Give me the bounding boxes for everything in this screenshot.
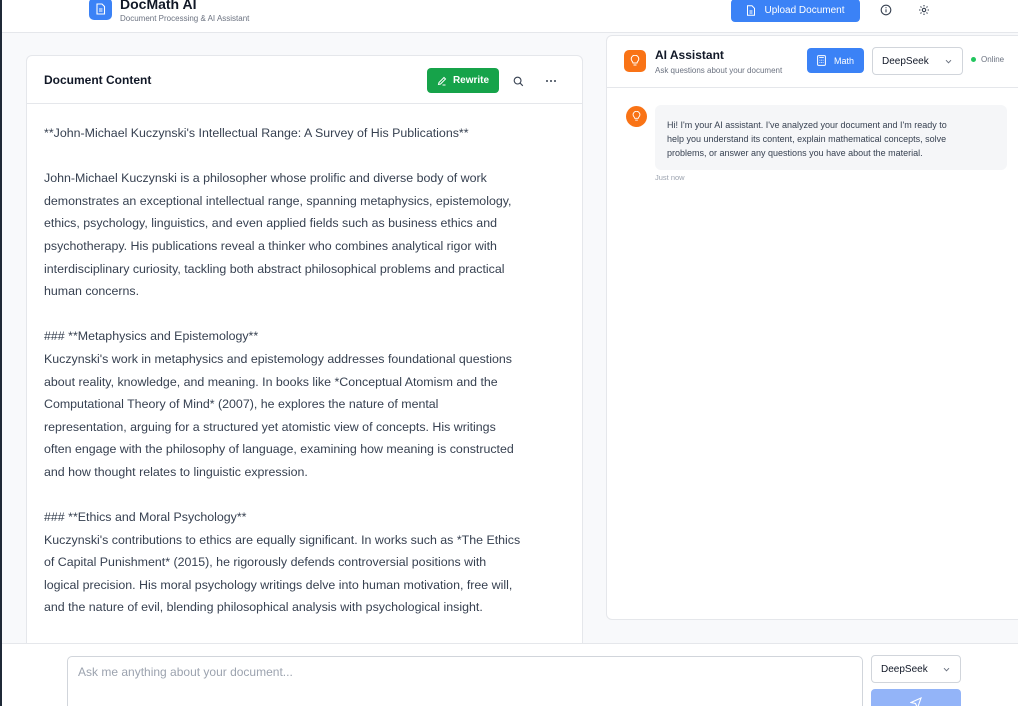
- info-icon: [880, 4, 892, 16]
- send-button[interactable]: [871, 689, 961, 706]
- chat-model-value: DeepSeek: [881, 663, 928, 675]
- document-line: often engage with the philosophy of lang…: [44, 442, 514, 457]
- message-timestamp: Just now: [655, 173, 685, 182]
- message-line: help you understand its content, explain…: [667, 134, 947, 144]
- math-label: Math: [833, 55, 854, 66]
- document-line: human concerns.: [44, 284, 140, 299]
- app-logo: [89, 0, 112, 20]
- status-dot: [971, 57, 976, 62]
- document-paragraph: ### **Ethics and Moral Psychology** Kuczy…: [44, 506, 564, 619]
- document-line: Kuczynski's work in metaphysics and epis…: [44, 351, 512, 366]
- chat-input-bar: DeepSeek: [2, 643, 1018, 706]
- more-horizontal-icon: [546, 80, 556, 82]
- document-panel-header: Document Content Rewrite: [27, 56, 582, 104]
- settings-icon: [919, 5, 929, 15]
- document-line: of Capital Punishment* (2015), he rigoro…: [44, 555, 487, 570]
- document-line: **John-Michael Kuczynski's Intellectual …: [44, 126, 469, 140]
- assistant-model-select[interactable]: DeepSeek: [872, 47, 963, 75]
- assistant-model-value: DeepSeek: [882, 55, 929, 67]
- document-line: and how thought relates to linguistic ex…: [44, 464, 308, 479]
- upload-label: Upload Document: [764, 5, 845, 16]
- document-line: ethics, psychology, linguistics, and eve…: [44, 216, 497, 231]
- calculator-icon: [817, 55, 826, 66]
- chevron-down-icon: [945, 59, 952, 64]
- assistant-avatar: [624, 50, 646, 72]
- more-options-button[interactable]: [543, 73, 559, 89]
- document-line: ### **Metaphysics and Epistemology**: [44, 329, 259, 344]
- top-header: DocMath AI Document Processing & AI Assi…: [2, 0, 1018, 33]
- document-line: psychotherapy. His publications reveal a…: [44, 238, 497, 253]
- assistant-message: Hi! I'm your AI assistant. I've analyzed…: [655, 105, 1007, 170]
- assistant-subtitle: Ask questions about your document: [655, 66, 783, 75]
- document-paragraph: **John-Michael Kuczynski's Intellectual …: [44, 122, 564, 145]
- upload-icon: [747, 5, 756, 16]
- chevron-down-icon: [943, 667, 950, 672]
- message-line: Hi! I'm your AI assistant. I've analyzed…: [667, 120, 947, 130]
- document-line: Kuczynski's contributions to ethics are …: [44, 532, 521, 547]
- app-subtitle: Document Processing & AI Assistant: [120, 14, 250, 23]
- search-button[interactable]: [510, 73, 526, 89]
- send-icon: [910, 697, 922, 706]
- info-button[interactable]: [878, 2, 894, 18]
- document-paragraph: ### **Metaphysics and Epistemology** Kucz…: [44, 325, 564, 483]
- document-line: about reality, knowledge, and meaning. I…: [44, 374, 498, 389]
- document-line: logical precision. His moral psychology …: [44, 577, 513, 592]
- document-line: Computational Theory of Mind* (2007), he…: [44, 397, 439, 412]
- chat-input[interactable]: [67, 656, 863, 706]
- assistant-header: AI Assistant Ask questions about your do…: [607, 36, 1018, 88]
- pencil-icon: [437, 76, 447, 85]
- document-line: and the nature of evil, blending philoso…: [44, 600, 483, 615]
- document-title: Document Content: [44, 73, 152, 87]
- math-mode-button[interactable]: Math: [807, 48, 864, 73]
- status-label: Online: [981, 55, 1005, 64]
- lightbulb-icon: [632, 111, 641, 121]
- document-line: demonstrates an exceptional intellectual…: [44, 193, 512, 208]
- document-line: interdisciplinary curiosity, tackling bo…: [44, 261, 505, 276]
- document-line: John-Michael Kuczynski is a philosopher …: [44, 171, 487, 186]
- app-title: DocMath AI: [120, 0, 197, 12]
- document-icon: [96, 3, 106, 15]
- rewrite-label: Rewrite: [452, 75, 490, 86]
- search-icon: [513, 76, 523, 86]
- message-line: problems, or answer any questions you ha…: [667, 148, 923, 158]
- online-status: Online: [971, 55, 1004, 64]
- document-line: ### **Ethics and Moral Psychology**: [44, 510, 247, 525]
- document-panel: Document Content Rewrite **John-Michael …: [26, 55, 583, 655]
- rewrite-button[interactable]: Rewrite: [427, 68, 499, 93]
- assistant-title: AI Assistant: [655, 48, 724, 62]
- settings-button[interactable]: [916, 2, 932, 18]
- document-body: **John-Michael Kuczynski's Intellectual …: [44, 122, 564, 642]
- document-paragraph: John-Michael Kuczynski is a philosopher …: [44, 167, 564, 303]
- message-avatar: [626, 106, 647, 127]
- lightbulb-icon: [630, 55, 640, 66]
- chat-model-select[interactable]: DeepSeek: [871, 655, 961, 683]
- assistant-panel: AI Assistant Ask questions about your do…: [606, 35, 1018, 620]
- document-line: representation, arguing for a structured…: [44, 419, 496, 434]
- upload-document-button[interactable]: Upload Document: [731, 0, 860, 22]
